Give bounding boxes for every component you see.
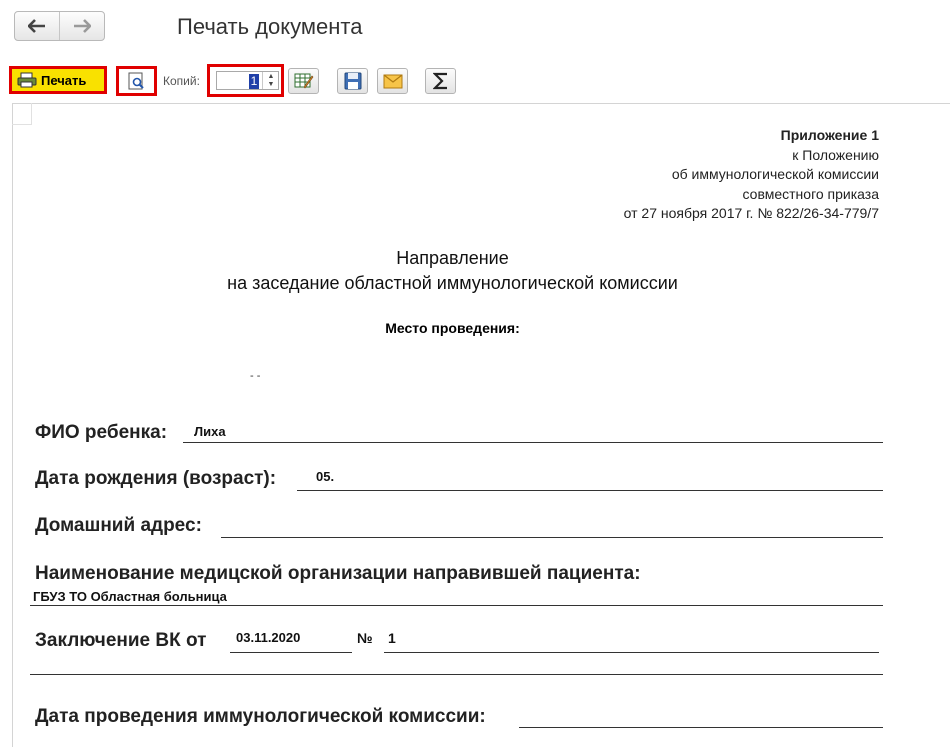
conclusion-date-value: 03.11.2020 xyxy=(236,630,301,645)
printer-icon xyxy=(17,72,37,88)
table-edit-icon xyxy=(294,73,313,89)
sigma-icon xyxy=(432,72,447,90)
birth-date-label: Дата рождения (возраст): xyxy=(35,468,277,489)
document-left-border xyxy=(12,103,13,747)
floppy-disk-icon xyxy=(344,72,361,90)
venue-label: Место проведения: xyxy=(385,320,520,336)
appendix-line: к Положению xyxy=(792,146,879,163)
address-label: Домашний адрес: xyxy=(35,515,202,536)
birth-date-underline xyxy=(297,490,883,491)
venue-mark: - - xyxy=(250,370,261,382)
commission-date-label: Дата проведения иммунологической комисси… xyxy=(35,706,486,727)
appendix-line: об иммунологической комиссии xyxy=(671,166,879,182)
copies-field-highlight: 1 ▲ ▼ xyxy=(207,64,284,97)
appendix-reference: Приложение 1 к Положению об иммунологиче… xyxy=(624,126,879,224)
document-top-border xyxy=(12,103,950,104)
magnifier-page-icon xyxy=(128,72,144,90)
conclusion-date-underline xyxy=(230,652,352,653)
send-email-button[interactable] xyxy=(377,68,408,94)
document-title: Направление xyxy=(396,248,509,268)
fio-label: ФИО ребенка: xyxy=(35,422,168,443)
sum-button[interactable] xyxy=(425,68,456,94)
birth-date-value: 05. xyxy=(316,469,335,484)
fio-value: Лиха xyxy=(194,424,226,439)
print-button-label: Печать xyxy=(41,72,87,88)
back-button[interactable] xyxy=(15,12,59,40)
forward-button[interactable] xyxy=(59,12,104,40)
arrow-right-icon xyxy=(74,19,91,33)
address-underline xyxy=(221,537,883,538)
spin-up-icon[interactable]: ▲ xyxy=(268,73,275,80)
organization-label: Наименование медицской организации напра… xyxy=(35,563,641,584)
document-corner-cell xyxy=(12,103,32,125)
number-label: № xyxy=(357,630,373,646)
fio-underline xyxy=(183,442,883,443)
edit-table-button[interactable] xyxy=(288,68,319,94)
window-title: Печать документа xyxy=(177,14,363,39)
navigation-buttons xyxy=(14,11,105,41)
print-button[interactable]: Печать xyxy=(9,66,107,94)
copies-label: Копий: xyxy=(163,74,200,88)
organization-value: ГБУЗ ТО Областная больница xyxy=(33,589,227,604)
separator-line xyxy=(30,674,883,675)
envelope-icon xyxy=(383,74,402,88)
organization-underline xyxy=(30,605,883,606)
copies-stepper[interactable]: 1 ▲ ▼ xyxy=(216,71,279,90)
copies-spinner[interactable]: ▲ ▼ xyxy=(262,72,279,89)
preview-button[interactable] xyxy=(116,66,157,96)
appendix-title: Приложение 1 xyxy=(780,127,879,143)
save-button[interactable] xyxy=(337,68,368,94)
appendix-line: совместного приказа xyxy=(742,185,880,202)
commission-date-underline xyxy=(519,727,883,728)
document-subtitle: на заседание областной иммунологической … xyxy=(227,273,678,293)
conclusion-label: Заключение ВК от xyxy=(35,630,207,651)
number-underline xyxy=(384,652,879,653)
spin-down-icon[interactable]: ▼ xyxy=(268,81,275,88)
number-value: 1 xyxy=(388,630,396,646)
arrow-left-icon xyxy=(28,19,45,33)
appendix-line: от 27 ноября 2017 г. № 822/26-34-779/7 xyxy=(623,205,879,221)
copies-input[interactable]: 1 xyxy=(249,74,259,89)
